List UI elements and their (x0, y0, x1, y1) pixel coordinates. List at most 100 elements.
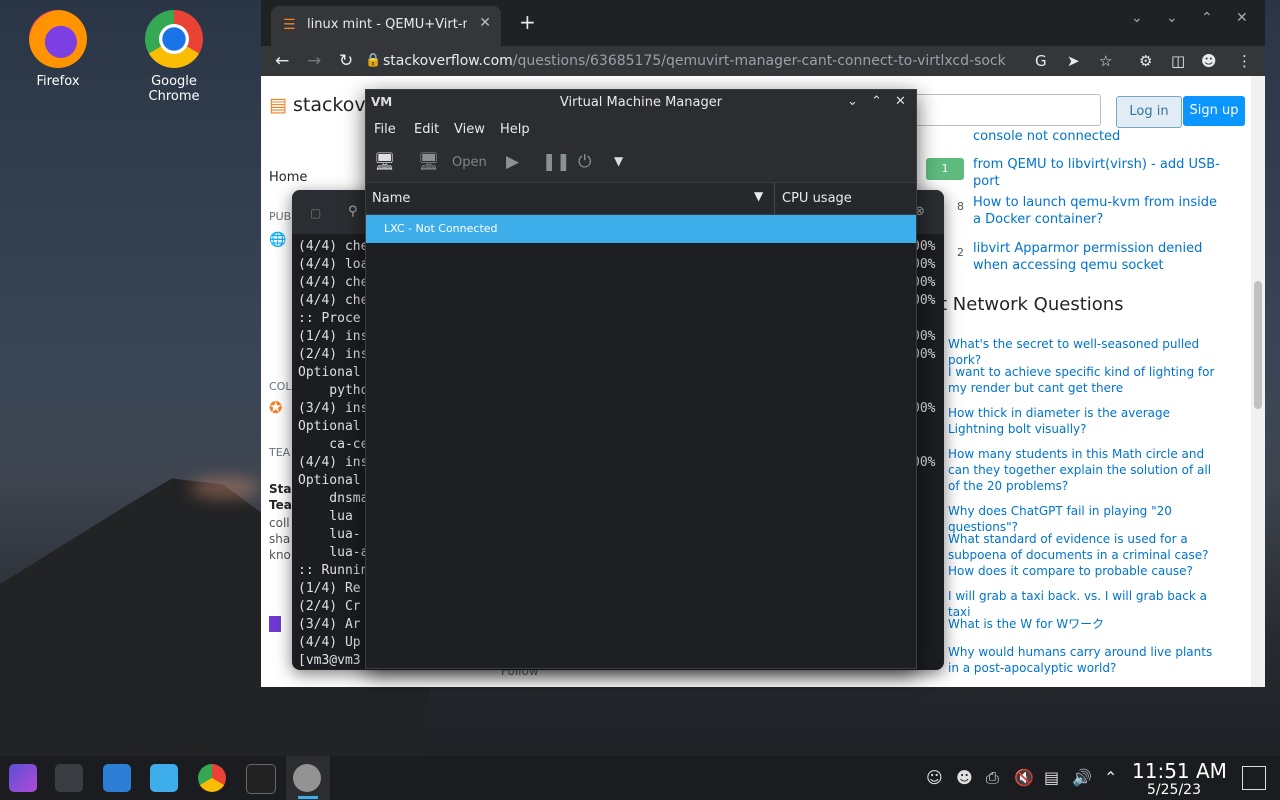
pause-icon[interactable]: ❚❚ (542, 152, 571, 172)
stackoverflow-logo[interactable]: ▤ stackov (269, 94, 366, 116)
terminal-output: (4/4) che (4/4) loa (4/4) che (4/4) che … (298, 239, 369, 668)
hnq-item[interactable]: What is the W for Wワーク (948, 616, 1218, 632)
related-question[interactable]: from QEMU to libvirt(virsh) - add USB-po… (973, 156, 1223, 190)
desktop-icon-chrome[interactable]: Google Chrome (124, 10, 224, 104)
signup-button[interactable]: Sign up (1183, 96, 1245, 126)
settings-icon[interactable] (55, 764, 83, 792)
menu-edit[interactable]: Edit (414, 122, 439, 137)
forward-icon[interactable]: → (307, 51, 321, 71)
share-icon[interactable]: ➤ (1067, 52, 1080, 70)
minimize-icon[interactable]: ⌄ (847, 94, 858, 109)
nav-teams: TEA (269, 446, 291, 459)
menu-view[interactable]: View (454, 122, 485, 137)
collectives-icon[interactable]: ✪ (269, 398, 282, 417)
related-question[interactable]: console not connected (973, 128, 1223, 145)
url-bar[interactable]: stackoverflow.com/questions/63685175/qem… (383, 53, 1006, 69)
back-icon[interactable]: ← (275, 51, 289, 71)
files-icon[interactable] (150, 764, 178, 792)
power-icon[interactable]: ⏻ (578, 152, 591, 172)
teams-text: Sta (269, 482, 292, 496)
column-cpu-usage[interactable]: CPU usage (782, 191, 852, 206)
column-separator[interactable] (774, 183, 775, 214)
taskbar: ☺ ☻ ⎙ 🔇 ▤ 🔊 ⌃ 11:51 AM 5/25/23 (0, 756, 1280, 800)
open-button[interactable]: Open (452, 155, 487, 170)
volume-icon[interactable]: 🔊 (1072, 768, 1092, 787)
star-icon[interactable]: ☆ (1099, 52, 1112, 70)
user-switch-icon[interactable]: ☻ (956, 768, 973, 787)
chrome-icon (145, 10, 203, 68)
tab-title: linux mint - QEMU+Virt-mana (307, 17, 467, 32)
hnq-item[interactable]: How many students in this Math circle an… (948, 446, 1218, 494)
vmm-menubar: File Edit View Help (366, 116, 916, 144)
menu-icon[interactable]: ⋮ (1237, 52, 1252, 70)
terminal-icon[interactable] (246, 764, 276, 794)
show-desktop-icon[interactable] (1242, 766, 1266, 790)
hnq-item[interactable]: Why would humans carry around live plant… (948, 644, 1218, 676)
new-tab-icon[interactable]: + (519, 10, 536, 34)
search-input[interactable] (911, 94, 1101, 126)
profile-icon[interactable]: ☻ (1201, 52, 1217, 70)
desktop-icon-label: Firefox (36, 74, 80, 89)
sort-arrow-icon[interactable]: ▼ (754, 189, 763, 203)
start-menu-icon[interactable] (9, 764, 37, 792)
connection-name: LXC - Not Connected (384, 222, 498, 235)
firefox-icon (29, 10, 87, 68)
clipboard-icon[interactable]: ⎙ (986, 768, 999, 788)
chevron-down-icon[interactable]: ▼ (614, 154, 623, 168)
vote-count: 1 (926, 158, 964, 180)
teams-badge (269, 616, 281, 632)
hnq-item[interactable]: I want to achieve specific kind of light… (948, 364, 1218, 396)
wallpaper-glow (190, 478, 260, 498)
login-button[interactable]: Log in (1116, 96, 1182, 128)
maximize-icon[interactable]: ⌃ (871, 94, 882, 109)
mute-icon[interactable]: 🔇 (1014, 768, 1034, 787)
close-window-icon[interactable]: ✕ (1236, 10, 1248, 26)
column-name[interactable]: Name (372, 191, 410, 206)
active-app-highlight (286, 756, 330, 800)
search-icon[interactable]: ⚲ (348, 204, 358, 219)
google-icon[interactable]: G (1035, 52, 1047, 70)
clock-time[interactable]: 11:51 AM (1132, 759, 1227, 783)
monitor-icon[interactable]: 🖥 (418, 152, 440, 172)
table-row[interactable]: LXC - Not Connected (366, 215, 916, 243)
chevron-down-icon[interactable]: ⌄ (1131, 10, 1143, 26)
scrollbar-thumb[interactable] (1254, 281, 1262, 409)
hot-network-title: ot Network Questions (929, 294, 1124, 315)
menu-help[interactable]: Help (500, 122, 530, 137)
play-icon[interactable]: ▶ (506, 152, 519, 172)
chrome-icon[interactable] (198, 764, 226, 792)
teams-text: coll (269, 516, 290, 530)
nav-home[interactable]: Home (269, 170, 307, 185)
reload-icon[interactable]: ↻ (339, 51, 353, 71)
globe-icon[interactable]: 🌐 (269, 232, 286, 248)
network-icon[interactable]: ▤ (1044, 768, 1059, 787)
desktop-icon-label: Google Chrome (148, 74, 200, 104)
user-icon[interactable]: ☺ (926, 768, 943, 787)
browser-toolbar: ← → ↻ 🔒 stackoverflow.com/questions/6368… (261, 46, 1265, 76)
new-tab-icon[interactable]: ▢ (310, 206, 321, 220)
maximize-icon[interactable]: ⌃ (1201, 10, 1213, 26)
page-scrollbar[interactable] (1251, 76, 1265, 687)
related-question[interactable]: How to launch qemu-kvm from inside a Doc… (973, 194, 1223, 228)
close-icon[interactable]: ✕ (895, 94, 906, 109)
hnq-item[interactable]: What standard of evidence is used for a … (948, 531, 1218, 579)
nav-collectives: COL (269, 380, 292, 393)
active-indicator (298, 796, 318, 799)
teams-text: sha (269, 532, 291, 546)
tab-stackoverflow[interactable]: ☰ linux mint - QEMU+Virt-mana ✕ (271, 6, 501, 46)
close-icon[interactable]: ✕ (479, 15, 491, 31)
store-icon[interactable] (103, 764, 131, 792)
new-vm-icon[interactable]: 🖥 (374, 152, 396, 172)
vmm-window: VM Virtual Machine Manager ⌄ ⌃ ✕ File Ed… (365, 89, 917, 669)
extensions-icon[interactable]: ⚙ (1139, 52, 1152, 70)
chevron-up-icon[interactable]: ⌃ (1104, 768, 1117, 787)
sidepanel-icon[interactable]: ◫ (1171, 52, 1185, 70)
related-question[interactable]: libvirt Apparmor permission denied when … (973, 240, 1223, 274)
vmm-column-header: Name ▼ CPU usage (366, 183, 916, 215)
minimize-icon[interactable]: ⌄ (1166, 10, 1178, 26)
lock-icon[interactable]: 🔒 (365, 53, 381, 68)
menu-file[interactable]: File (374, 122, 396, 137)
hnq-item[interactable]: How thick in diameter is the average Lig… (948, 405, 1218, 437)
desktop-icon-firefox[interactable]: Firefox (8, 10, 108, 89)
clock-date[interactable]: 5/25/23 (1147, 782, 1201, 798)
